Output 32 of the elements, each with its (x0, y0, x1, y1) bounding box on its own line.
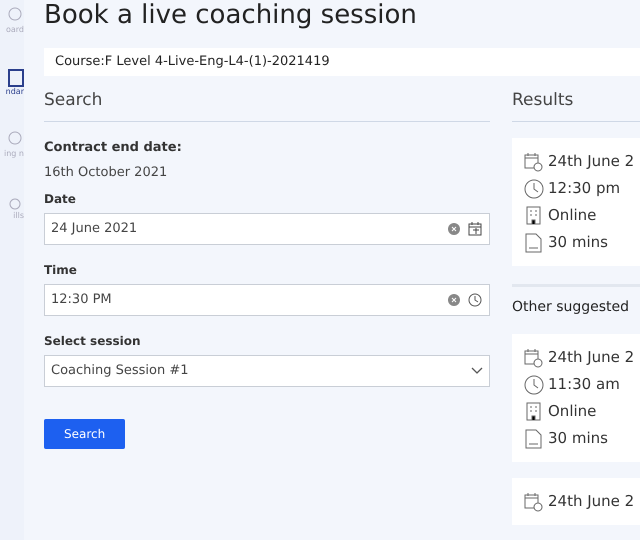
contract-date: 16th October 2021 (44, 164, 168, 182)
result-place: Online (548, 205, 596, 226)
page-title: Book a live coaching session (44, 0, 418, 30)
clear-icon (447, 293, 461, 307)
search-button[interactable]: Search (44, 419, 126, 449)
clock-icon (467, 292, 483, 308)
section-heading: Other suggested (512, 298, 630, 317)
field-label: Select session (44, 333, 142, 350)
result-place: Online (548, 401, 596, 422)
date-field[interactable]: 24 June 2021 (44, 213, 490, 245)
sidebar-item[interactable]: ndar (0, 68, 24, 96)
chevron-down-icon (471, 367, 483, 375)
time-field[interactable]: 12:30 PM (44, 284, 490, 316)
clear-icon (447, 222, 461, 236)
result-date: 24th June 2 (548, 491, 634, 512)
field-label: Contract end date: (44, 139, 183, 157)
result-date: 24th June 2 (548, 151, 634, 172)
field-label: Date (44, 191, 77, 208)
result-duration: 30 mins (548, 428, 608, 450)
session-select[interactable]: Coaching Session #1 (44, 355, 490, 387)
result-duration: 30 mins (548, 232, 608, 254)
result-date: 24th June 2 (548, 347, 634, 368)
document-icon (524, 428, 544, 448)
field-label: Time (44, 262, 78, 279)
course-bar: Course:F Level 4-Live-Eng-L4-(1)-2021419 (44, 48, 640, 76)
clock-icon (524, 374, 544, 394)
clock-icon (524, 178, 544, 198)
section-heading: Results (512, 76, 640, 122)
document-icon (524, 232, 544, 252)
result-time: 12:30 pm (548, 178, 620, 200)
result-time: 11:30 am (548, 374, 620, 396)
section-heading: Search (44, 76, 490, 122)
